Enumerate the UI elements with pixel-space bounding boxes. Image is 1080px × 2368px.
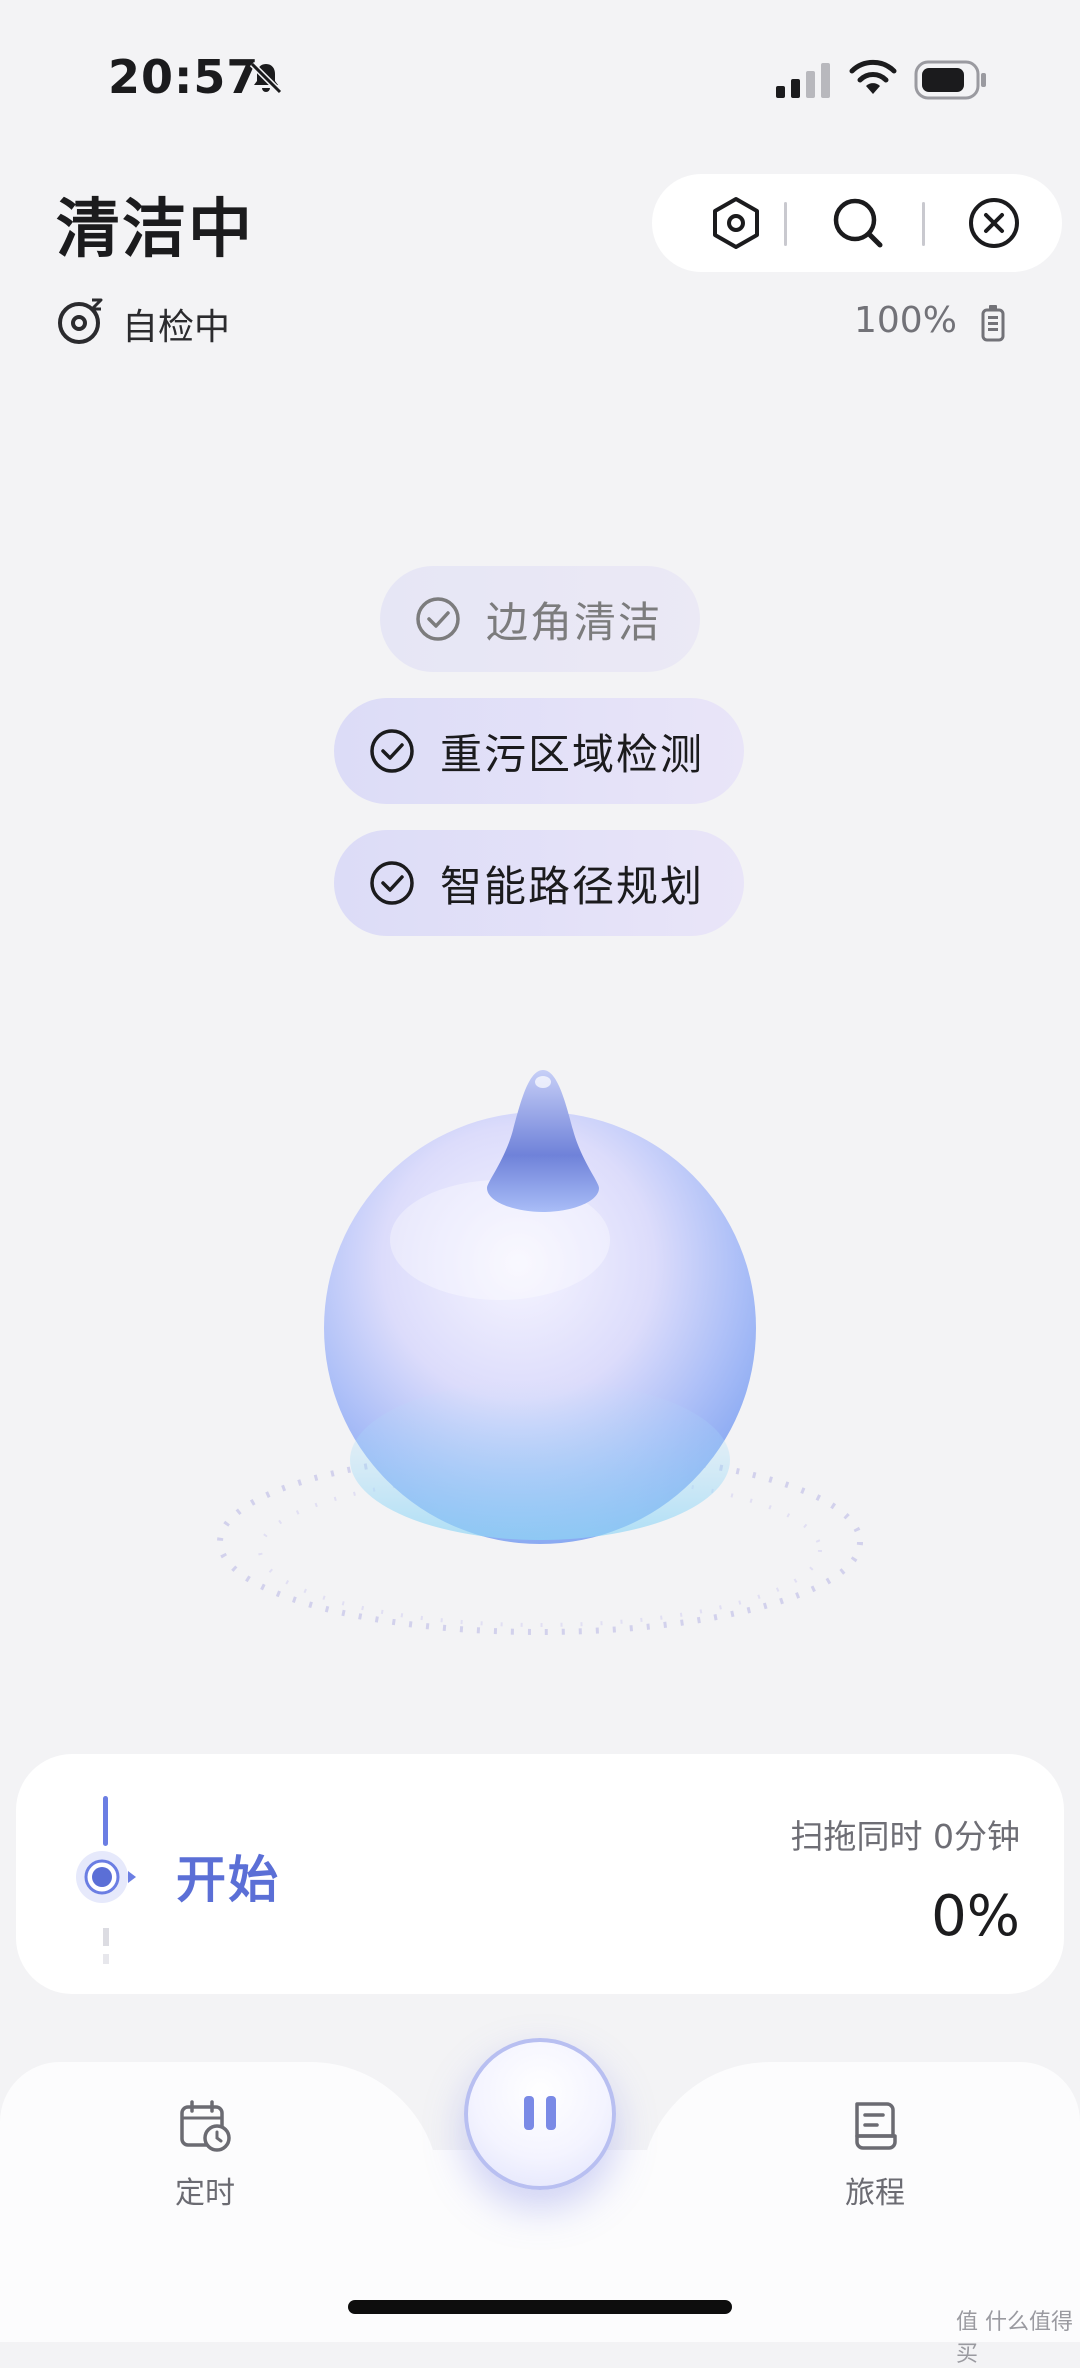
watermark: 值 什么值得买 bbox=[956, 2310, 1073, 2367]
cellular-signal-icon bbox=[776, 63, 830, 98]
check-label: 边角清洁 bbox=[486, 597, 663, 647]
check-circle-icon bbox=[416, 597, 460, 641]
progress-track-dash bbox=[103, 1928, 109, 1946]
mop-time-caption: 扫拖同时 0分钟 bbox=[790, 1817, 1021, 1856]
close-button[interactable] bbox=[934, 174, 1054, 272]
check-item-heavy-stain-detection: 重污区域检测 bbox=[334, 698, 744, 804]
check-label: 重污区域检测 bbox=[440, 729, 705, 779]
settings-hex-icon bbox=[713, 197, 759, 249]
status-time: 20:57 bbox=[108, 50, 260, 104]
progress-marker-icon bbox=[76, 1851, 136, 1903]
progress-track bbox=[103, 1796, 108, 1846]
water-droplet-illustration bbox=[217, 1070, 863, 1635]
progress-card bbox=[16, 1754, 1064, 1994]
battery-percent: 100% bbox=[854, 300, 957, 341]
page-title: 清洁中 bbox=[56, 193, 254, 267]
stage-label: 开始 bbox=[176, 1851, 280, 1909]
progress-track-dash bbox=[103, 1954, 109, 1964]
calendar-clock-icon bbox=[180, 2100, 231, 2152]
history-label: 旅程 bbox=[845, 2176, 905, 2211]
check-circle-icon bbox=[370, 861, 414, 905]
check-label: 智能路径规划 bbox=[440, 861, 705, 911]
status-text: 自检中 bbox=[122, 307, 231, 348]
document-icon bbox=[855, 2102, 897, 2150]
check-item-corner-cleaning: 边角清洁 bbox=[380, 566, 700, 672]
battery-full-icon bbox=[981, 305, 1005, 342]
check-item-smart-path-planning: 智能路径规划 bbox=[334, 830, 744, 936]
check-circle-icon bbox=[370, 729, 414, 773]
bell-off-icon bbox=[249, 61, 283, 95]
search-button[interactable] bbox=[798, 174, 918, 272]
pause-button[interactable] bbox=[464, 2038, 616, 2190]
toolbar-divider bbox=[922, 202, 925, 246]
history-button[interactable]: 旅程 bbox=[820, 2098, 930, 2211]
settings-button[interactable] bbox=[676, 174, 796, 272]
close-circle-icon bbox=[969, 198, 1019, 248]
wifi-icon bbox=[849, 59, 897, 94]
pause-icon bbox=[524, 2096, 556, 2130]
toolbar-divider bbox=[784, 202, 787, 246]
battery-icon bbox=[914, 60, 986, 100]
home-indicator[interactable] bbox=[348, 2300, 732, 2314]
toolbar bbox=[652, 174, 1062, 272]
schedule-label: 定时 bbox=[175, 2176, 235, 2211]
self-check-icon bbox=[58, 298, 103, 344]
schedule-button[interactable]: 定时 bbox=[150, 2098, 260, 2211]
search-icon bbox=[833, 198, 883, 248]
progress-percent: 0% bbox=[931, 1884, 1020, 1949]
